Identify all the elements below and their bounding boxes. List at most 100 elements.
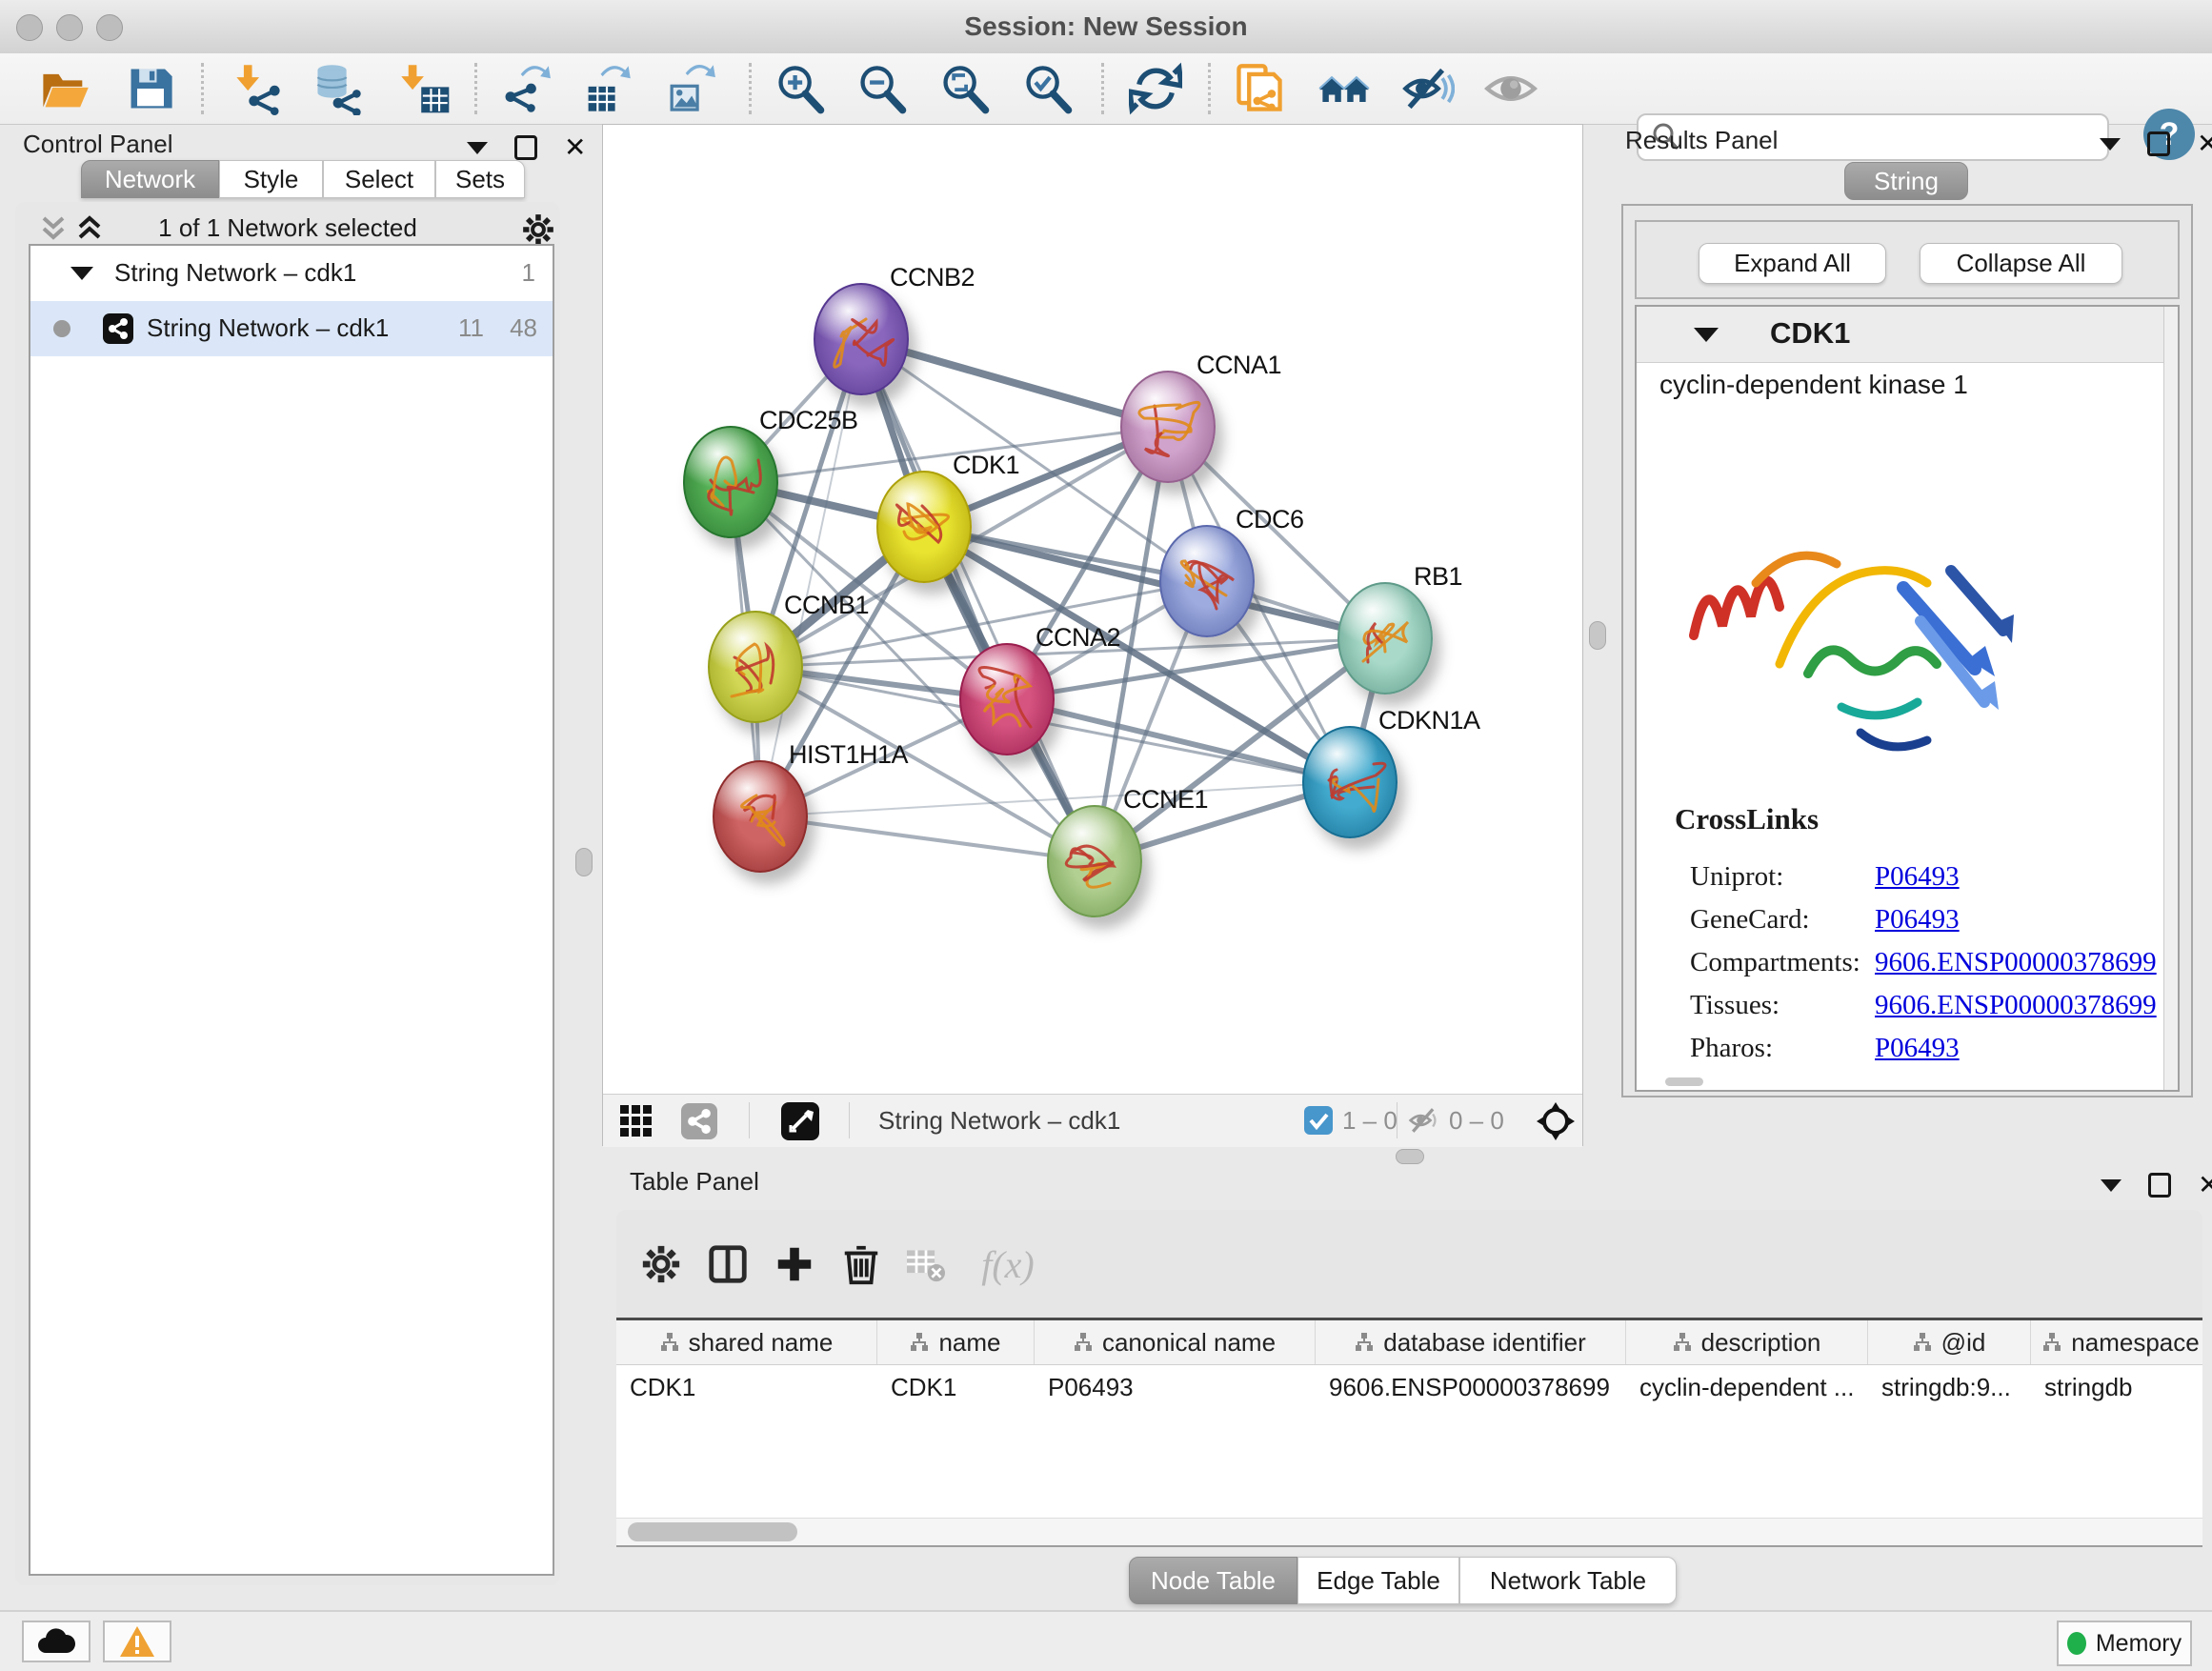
left-splitter-handle[interactable] [575,848,593,876]
zoom-in-icon[interactable] [770,60,831,117]
float-panel-icon[interactable] [2100,138,2121,151]
bottom-splitter-handle[interactable] [1396,1149,1424,1164]
column-header-name[interactable]: name [877,1320,1035,1364]
cloud-button[interactable] [22,1621,90,1662]
column-header-label: @id [1941,1328,1986,1358]
node-cdkn1a[interactable] [1302,726,1398,838]
column-header-namespace[interactable]: namespace [2031,1320,2202,1364]
network-row-selected[interactable]: String Network – cdk1 11 48 [30,301,553,356]
fit-content-crosshair-icon[interactable] [1535,1100,1577,1142]
memory-button[interactable]: Memory [2057,1621,2192,1666]
tab-string[interactable]: String [1844,162,1968,200]
import-network-from-database-icon[interactable] [308,60,369,117]
node-hist1h1a[interactable] [713,760,808,873]
result-entry-header[interactable]: CDK1 [1637,307,2178,363]
hide-selected-icon[interactable] [1398,60,1458,117]
home-icon[interactable] [1314,60,1375,117]
table-hscroll-thumb[interactable] [628,1522,797,1541]
delete-table-icon [898,1237,954,1292]
show-columns-icon[interactable] [700,1237,755,1292]
tab-network[interactable]: Network [81,160,219,198]
save-session-icon[interactable] [120,60,181,117]
crosslink-link[interactable]: 9606.ENSP00000378699 [1875,990,2157,1021]
collapse-all-button[interactable]: Collapse All [1920,243,2122,284]
delete-column-trash-icon[interactable] [834,1237,889,1292]
column-type-icon [910,1332,929,1353]
tab-style[interactable]: Style [219,160,323,198]
crosslink-link[interactable]: P06493 [1875,861,1960,893]
crosslink-link[interactable]: P06493 [1875,904,1960,936]
table-row[interactable]: CDK1CDK1P064939606.ENSP00000378699cyclin… [616,1364,2202,1410]
maximize-panel-icon[interactable] [514,135,537,160]
expand-all-button[interactable]: Expand All [1699,243,1886,284]
node-label-cdc25b: CDC25B [759,406,858,435]
cdk1-result-entry: CDK1 cyclin-dependent kinase 1 [1635,305,2180,1092]
export-table-icon[interactable] [576,60,637,117]
table-cell: CDK1 [616,1364,877,1410]
refresh-icon[interactable] [1125,60,1186,117]
column-header-description[interactable]: description [1626,1320,1868,1364]
network-options-gear-icon[interactable] [520,211,556,248]
collapse-entry-icon[interactable] [1694,328,1719,342]
float-panel-icon[interactable] [467,142,488,154]
column-header-shared-name[interactable]: shared name [616,1320,877,1364]
column-header-label: namespace [2071,1328,2199,1358]
open-session-icon[interactable] [34,60,95,117]
node-cdk1[interactable] [876,471,972,583]
crosslink-label: Uniprot: [1690,861,1783,893]
column-header-canonical-name[interactable]: canonical name [1035,1320,1316,1364]
copy-network-icon[interactable] [1229,60,1290,117]
node-cdc25b[interactable] [683,426,778,538]
right-splitter-handle[interactable] [1589,621,1606,650]
memory-status-icon [2067,1632,2086,1655]
column-header-database-identifier[interactable]: database identifier [1316,1320,1626,1364]
results-hscroll-thumb[interactable] [1665,1077,1703,1086]
export-image-icon[interactable] [659,60,720,117]
maximize-panel-icon[interactable] [2148,1173,2171,1198]
crosslink-link[interactable]: 9606.ENSP00000378699 [1875,947,2157,978]
tab-sets[interactable]: Sets [435,160,525,198]
node-ccnb2[interactable] [814,283,909,395]
zoom-selected-icon[interactable] [1017,60,1078,117]
close-panel-icon[interactable]: ✕ [2198,1175,2212,1196]
zoom-out-icon[interactable] [852,60,913,117]
import-network-from-file-icon[interactable] [228,60,289,117]
column-header--id[interactable]: @id [1868,1320,2031,1364]
tab-node-table[interactable]: Node Table [1129,1557,1297,1604]
network-collection-row[interactable]: String Network – cdk1 1 [30,246,553,301]
string-network-icon [103,313,133,344]
crosslink-link[interactable]: P06493 [1875,1033,1960,1064]
tab-edge-table[interactable]: Edge Table [1297,1557,1459,1604]
node-ccna2[interactable] [959,643,1055,755]
node-cdc6[interactable] [1159,525,1255,637]
tab-select[interactable]: Select [323,160,435,198]
table-options-gear-icon[interactable] [633,1237,689,1292]
export-network-icon[interactable] [494,60,555,117]
node-ccnb1[interactable] [708,611,803,723]
import-table-from-file-icon[interactable] [394,60,455,117]
protein-ribbon-thumbnail [815,285,911,397]
node-label-ccne1: CCNE1 [1123,785,1208,815]
node-ccne1[interactable] [1047,805,1142,917]
network-canvas[interactable]: CCNB2CCNA1CDC25BCDK1CDC6RB1CCNB1CCNA2CDK… [603,125,1582,1094]
results-scrollbar[interactable] [2163,307,2178,1090]
protein-ribbon-thumbnail [714,762,810,875]
tab-network-table[interactable]: Network Table [1459,1557,1677,1604]
maximize-panel-icon[interactable] [2147,131,2170,156]
table-hscrollbar [616,1518,2202,1547]
zoom-fit-icon[interactable] [935,60,995,117]
warning-button[interactable] [103,1621,171,1662]
close-panel-icon[interactable]: ✕ [2197,133,2212,154]
node-ccna1[interactable] [1120,371,1216,483]
network-share-icon[interactable] [681,1103,717,1139]
grid-view-icon[interactable] [620,1105,653,1137]
selected-checkbox-icon[interactable] [1304,1106,1333,1135]
node-rb1[interactable] [1337,582,1433,695]
create-column-icon[interactable] [767,1237,822,1292]
close-panel-icon[interactable]: ✕ [564,137,586,158]
float-panel-icon[interactable] [2101,1179,2122,1192]
collection-expand-icon[interactable] [70,267,93,280]
birds-eye-view-icon[interactable] [781,1102,819,1140]
control-panel-body: 1 of 1 Network selected String Network –… [15,202,560,1585]
show-all-icon[interactable] [1480,60,1541,117]
